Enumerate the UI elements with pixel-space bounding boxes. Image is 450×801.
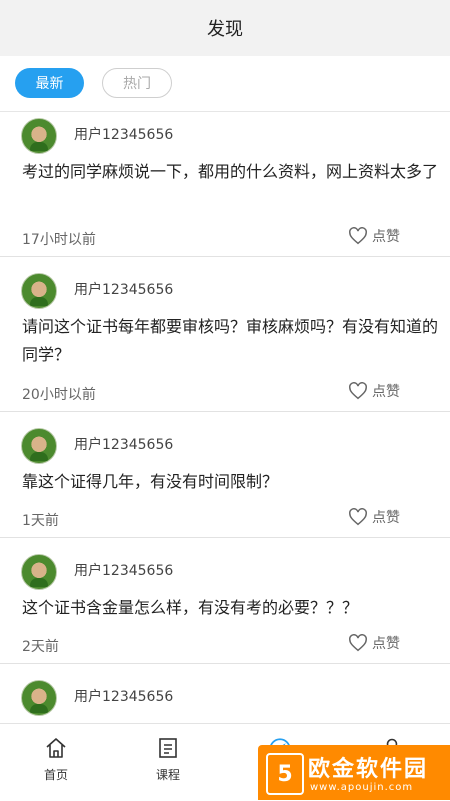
tab-home-label: 首页 (43, 768, 68, 782)
post-username[interactable]: 用户12345656 (74, 434, 173, 454)
watermark-logo: 5 欧金软件园 www.apoujin.com (258, 745, 450, 800)
post-username[interactable]: 用户12345656 (74, 124, 173, 144)
avatar[interactable] (21, 680, 57, 716)
heart-icon (349, 508, 367, 526)
like-button[interactable]: 点赞 (348, 226, 400, 246)
tab-hot[interactable]: 热门 (102, 68, 172, 98)
post-time: 20小时以前 (22, 387, 96, 403)
post-content: 请问这个证书每年都要审核吗？审核麻烦吗？有没有知道的同学？ (22, 317, 439, 364)
watermark-title: 欧金软件园 (308, 757, 429, 782)
post-item[interactable]: 用户12345656 这个证书含金量怎么样，有没有考的必要？？？ 2天前 点赞 (0, 538, 450, 664)
tab-latest[interactable]: 最新 (15, 68, 84, 98)
like-button[interactable]: 点赞 (348, 381, 400, 401)
post-username[interactable]: 用户12345656 (74, 560, 173, 580)
like-label: 点赞 (372, 229, 400, 245)
post-time: 17小时以前 (22, 232, 96, 248)
like-button[interactable]: 点赞 (348, 633, 400, 653)
post-item[interactable]: 用户12345656 请问这个证书每年都要审核吗？审核麻烦吗？有没有知道的同学？… (0, 257, 450, 412)
heart-icon (349, 382, 367, 400)
home-icon (46, 738, 66, 758)
avatar[interactable] (21, 118, 57, 154)
feed-tabs: 最新 热门 (0, 56, 450, 112)
avatar[interactable] (21, 428, 57, 464)
heart-icon (349, 634, 367, 652)
avatar[interactable] (21, 554, 57, 590)
post-feed[interactable]: 用户12345656 考过的同学麻烦说一下，都用的什么资料，网上资料太多了 17… (0, 112, 450, 722)
post-item[interactable]: 用户12345656 考过的同学麻烦说一下，都用的什么资料，网上资料太多了 17… (0, 112, 450, 257)
heart-icon (349, 227, 367, 245)
watermark-logo-mark: 5 (266, 753, 304, 795)
app-header: 发现 (0, 0, 450, 56)
like-label: 点赞 (372, 384, 400, 400)
post-item[interactable]: 用户12345656 (0, 664, 450, 722)
post-content: 这个证书含金量怎么样，有没有考的必要？？？ (22, 598, 359, 617)
post-item[interactable]: 用户12345656 靠这个证得几年，有没有时间限制？ 1天前 点赞 (0, 412, 450, 538)
like-label: 点赞 (372, 510, 400, 526)
tab-home[interactable]: 首页 (0, 724, 112, 801)
page-title: 发现 (207, 19, 243, 40)
like-label: 点赞 (372, 636, 400, 652)
post-content: 考过的同学麻烦说一下，都用的什么资料，网上资料太多了 (22, 162, 439, 181)
tab-course-label: 课程 (155, 768, 180, 782)
post-username[interactable]: 用户12345656 (74, 686, 173, 706)
post-time: 2天前 (22, 639, 59, 655)
post-content: 靠这个证得几年，有没有时间限制？ (22, 472, 279, 491)
like-button[interactable]: 点赞 (348, 507, 400, 527)
post-time: 1天前 (22, 513, 59, 529)
post-username[interactable]: 用户12345656 (74, 279, 173, 299)
tab-course[interactable]: 课程 (112, 724, 224, 801)
avatar[interactable] (21, 273, 57, 309)
watermark-url: www.apoujin.com (310, 782, 414, 793)
course-icon (159, 738, 177, 758)
